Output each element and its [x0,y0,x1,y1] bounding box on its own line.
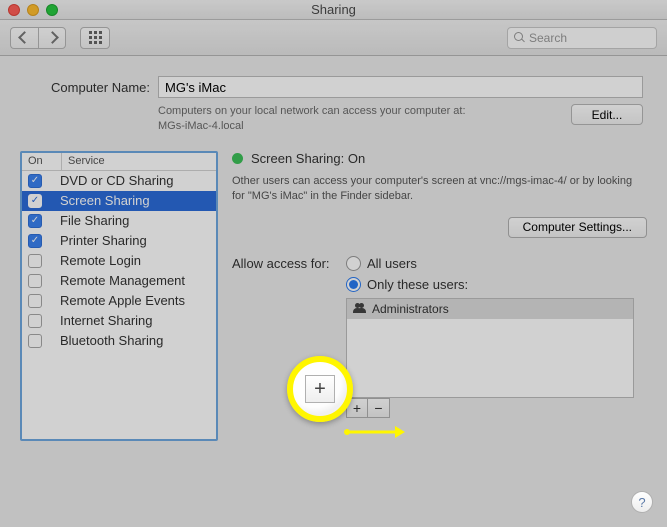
service-checkbox[interactable] [28,254,42,268]
remove-user-button[interactable]: − [368,398,390,418]
search-icon [514,32,525,43]
service-label: File Sharing [60,213,129,228]
service-checkbox[interactable] [28,334,42,348]
help-button[interactable]: ? [631,491,653,513]
service-row[interactable]: Bluetooth Sharing [22,331,216,351]
service-checkbox[interactable] [28,314,42,328]
service-row[interactable]: Remote Apple Events [22,291,216,311]
status-text: Screen Sharing: On [251,151,365,166]
show-all-button[interactable] [80,27,110,49]
services-list[interactable]: On Service ✓ DVD or CD Sharing ✓ Screen Sha… [20,151,218,441]
computer-name-field[interactable] [158,76,643,98]
service-row[interactable]: ✓ Screen Sharing [22,191,216,211]
computer-name-section: Computer Name: Computers on your local n… [0,56,667,151]
radio-only-label: Only these users: [367,277,468,292]
edit-hostname-button[interactable]: Edit... [571,104,643,125]
service-row[interactable]: Remote Management [22,271,216,291]
services-header: On Service [22,153,216,171]
forward-button[interactable] [38,27,66,49]
status-description: Other users can access your computer's s… [232,174,647,205]
service-checkbox[interactable] [28,294,42,308]
search-input[interactable]: Search [507,27,657,49]
list-item[interactable]: Administrators [347,299,633,319]
service-checkbox[interactable]: ✓ [28,174,42,188]
window-title: Sharing [0,2,667,17]
access-label: Allow access for: [232,256,338,271]
toolbar: Search [0,20,667,56]
grid-icon [89,31,102,44]
service-label: Remote Apple Events [60,293,185,308]
back-button[interactable] [10,27,38,49]
radio-all-users[interactable]: All users [346,256,468,271]
chevron-left-icon [18,31,31,44]
chevron-right-icon [46,31,59,44]
user-name: Administrators [372,302,449,316]
radio-icon [346,277,361,292]
radio-only-users[interactable]: Only these users: [346,277,468,292]
computer-name-label: Computer Name: [24,80,150,95]
service-row[interactable]: ✓ Printer Sharing [22,231,216,251]
service-checkbox[interactable]: ✓ [28,194,42,208]
service-label: Printer Sharing [60,233,147,248]
service-row[interactable]: Internet Sharing [22,311,216,331]
service-label: Remote Management [60,273,185,288]
nav-buttons [10,27,66,49]
service-label: Internet Sharing [60,313,153,328]
service-label: Remote Login [60,253,141,268]
radio-icon [346,256,361,271]
search-placeholder: Search [529,31,567,45]
computer-settings-button[interactable]: Computer Settings... [508,217,647,238]
main-area: On Service ✓ DVD or CD Sharing ✓ Screen Sha… [0,151,667,459]
service-row[interactable]: Remote Login [22,251,216,271]
radio-all-label: All users [367,256,417,271]
service-checkbox[interactable]: ✓ [28,234,42,248]
group-icon [353,303,366,314]
add-remove-buttons: + − [346,398,647,418]
services-header-service: Service [62,153,216,170]
service-label: Bluetooth Sharing [60,333,163,348]
services-header-on: On [22,153,62,170]
service-label: Screen Sharing [60,193,150,208]
computer-name-description: Computers on your local network can acce… [158,104,466,135]
service-row[interactable]: ✓ File Sharing [22,211,216,231]
service-checkbox[interactable] [28,274,42,288]
users-list[interactable]: Administrators [346,298,634,398]
service-row[interactable]: ✓ DVD or CD Sharing [22,171,216,191]
title-bar: Sharing [0,0,667,20]
add-user-button[interactable]: + [346,398,368,418]
service-detail: Screen Sharing: On Other users can acces… [232,151,647,441]
service-label: DVD or CD Sharing [60,173,173,188]
service-checkbox[interactable]: ✓ [28,214,42,228]
status-indicator-icon [232,153,243,164]
